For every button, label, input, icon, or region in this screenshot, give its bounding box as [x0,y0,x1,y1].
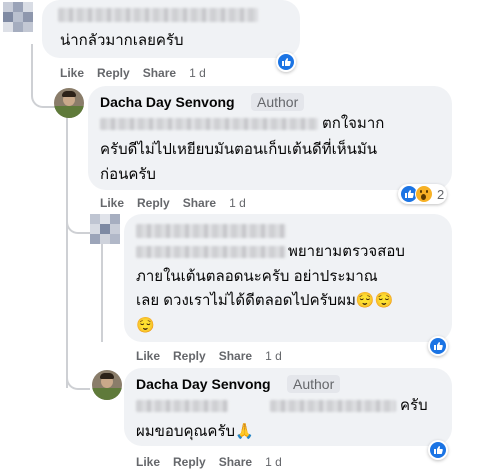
timestamp[interactable]: 1 d [265,349,282,363]
redacted-mention [136,246,286,258]
reaction-summary[interactable] [428,440,448,460]
comment-text: เลย ดวงเราไม่ได้ดีตลอดไปครับผม😌😌 [136,292,394,309]
like-button[interactable]: Like [60,66,84,80]
avatar[interactable] [92,370,122,400]
like-button[interactable]: Like [100,196,124,210]
reaction-summary[interactable]: 2 [398,184,448,204]
redacted-mention [100,118,318,130]
like-icon [278,54,294,70]
reply-button[interactable]: Reply [137,196,170,210]
comment-actions: Like Reply Share 1 d [60,66,219,80]
like-icon [430,442,446,458]
comment-text: พยายามตรวจสอบ [288,243,405,260]
author-badge: Author [287,375,341,393]
reply-button[interactable]: Reply [173,455,206,469]
redacted-mention [270,400,396,412]
comment-actions: Like Reply Share 1 d [136,349,295,363]
comment-text: ผมขอบคุณครับ🙏 [136,423,254,440]
thread-connector [31,84,55,108]
redacted-name [136,224,286,238]
comment-text: ภายในเต้นตลอดนะครับ อย่าประมาณ [136,268,378,285]
avatar[interactable] [90,214,120,244]
author-badge: Author [251,93,305,111]
like-icon [430,338,446,354]
reply-button[interactable]: Reply [173,349,206,363]
avatar[interactable] [54,88,84,118]
share-button[interactable]: Share [143,66,176,80]
comment-bubble: น่ากลัวมากเลยครับ [42,0,300,58]
wow-icon [415,185,433,203]
reply-button[interactable]: Reply [97,66,130,80]
redacted-name [58,8,258,22]
thread-line [101,236,103,342]
comment-bubble: Dacha Day Senvong Author ครับ ผมขอบคุณคร… [124,368,452,446]
comment-text: ก่อนครับ [100,166,156,183]
comment-bubble: Dacha Day Senvong Author ตกใจมาก ครับดีไ… [88,86,452,190]
redacted-mention [136,400,228,412]
thread-connector [66,210,90,234]
comment-bubble: พยายามตรวจสอบ ภายในเต้นตลอดนะครับ อย่าปร… [124,214,452,342]
comment-text: 😌 [136,317,155,334]
thread-line [66,118,68,388]
like-button[interactable]: Like [136,455,160,469]
comment-text: ครับ [400,397,428,414]
comment-actions: Like Reply Share 1 d [100,196,259,210]
comment-text: น่ากลัวมากเลยครับ [60,32,184,49]
timestamp[interactable]: 1 d [229,196,246,210]
author-name[interactable]: Dacha Day Senvong [100,94,235,110]
thread-connector [66,366,90,390]
like-button[interactable]: Like [136,349,160,363]
reaction-summary[interactable] [276,52,296,72]
author-name[interactable]: Dacha Day Senvong [136,376,271,392]
timestamp[interactable]: 1 d [265,455,282,469]
share-button[interactable]: Share [219,349,252,363]
comment-text: ครับดีไม่ไปเหยียบมันตอนเก็บเต้นดีที่เห็น… [100,141,378,158]
avatar[interactable] [3,2,33,32]
comment-text: ตกใจมาก [322,115,385,132]
reaction-count: 2 [437,186,445,202]
timestamp[interactable]: 1 d [189,66,206,80]
share-button[interactable]: Share [219,455,252,469]
reaction-summary[interactable] [428,336,448,356]
comment-actions: Like Reply Share 1 d [136,455,295,469]
share-button[interactable]: Share [183,196,216,210]
